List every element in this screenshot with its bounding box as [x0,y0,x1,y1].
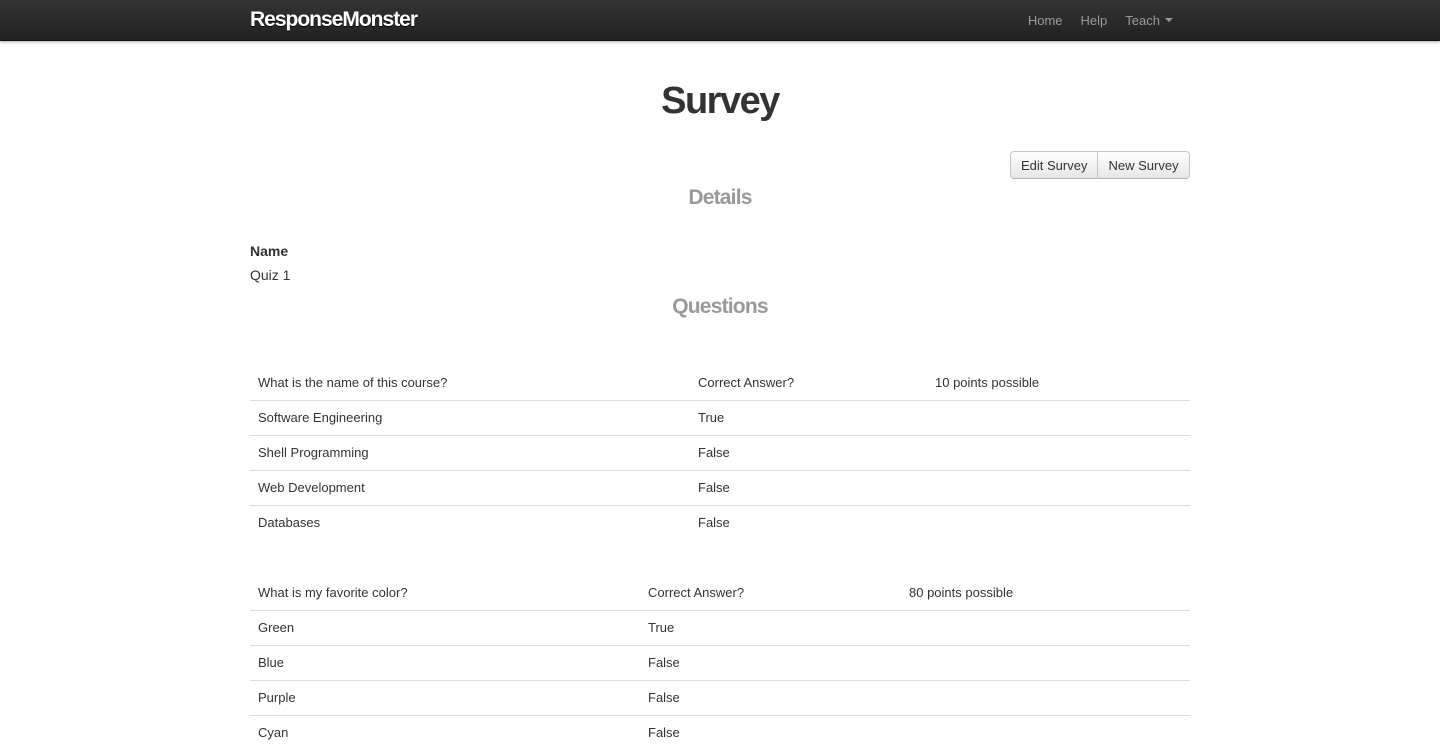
question-header-row: What is my favorite color? Correct Answe… [250,575,1190,610]
questions-heading: Questions [672,295,768,318]
answer-row: Shell Programming False [250,434,1190,470]
answer-text: Web Development [250,469,690,505]
name-label: Name [250,243,289,259]
question-text: What is my favorite color? [258,584,408,600]
answer-correct: False [640,679,901,715]
nav-home-link[interactable]: Home [1019,12,1072,28]
answer-correct: True [640,609,901,645]
edit-survey-button[interactable]: Edit Survey [1010,151,1099,179]
answer-text: Blue [250,644,640,680]
nav-help-link[interactable]: Help [1072,12,1117,28]
top-navbar: ResponseMonster Home Help Teach [0,0,1440,41]
answer-row: Web Development False [250,469,1190,505]
page-title: Survey [661,80,780,122]
question-table: What is the name of this course? Correct… [250,365,1190,540]
points-possible: 80 points possible [909,584,1014,600]
answer-text: Purple [250,679,640,715]
new-survey-button[interactable]: New Survey [1098,151,1190,179]
answer-row: Purple False [250,679,1190,715]
question-table: What is my favorite color? Correct Answe… [250,575,1190,750]
survey-actions: Edit Survey New Survey [1010,151,1190,179]
brand-logo[interactable]: ResponseMonster [250,8,418,32]
answer-row: Software Engineering True [250,399,1190,435]
answer-correct: True [690,399,927,435]
points-possible: 10 points possible [935,374,1040,390]
answer-text: Green [250,609,640,645]
question-header-row: What is the name of this course? Correct… [250,365,1190,400]
nav-teach-label: Teach [1125,12,1160,28]
correct-answer-header: Correct Answer? [698,374,795,390]
correct-answer-header: Correct Answer? [648,584,745,600]
question-text: What is the name of this course? [258,374,448,390]
details-heading: Details [688,186,752,209]
answer-row: Green True [250,609,1190,645]
caret-down-icon [1165,18,1173,22]
answer-correct: False [640,644,901,680]
answer-row: Blue False [250,644,1190,680]
answer-row: Databases False [250,504,1190,540]
answer-text: Databases [250,504,690,540]
answer-correct: False [690,434,927,470]
nav-menu: Home Help Teach [1019,12,1182,28]
answer-correct: False [690,504,927,540]
answer-text: Shell Programming [250,434,690,470]
answer-correct: False [690,469,927,505]
answer-text: Software Engineering [250,399,690,435]
name-value: Quiz 1 [250,267,291,283]
nav-teach-dropdown[interactable]: Teach [1116,12,1182,28]
